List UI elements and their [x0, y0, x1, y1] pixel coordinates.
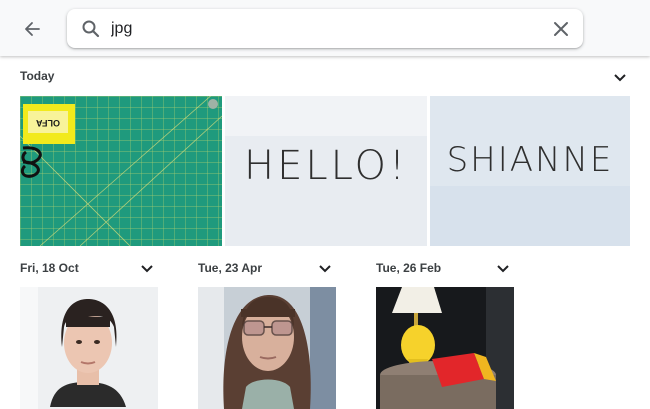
date-header-tue-23-apr: Tue, 23 Apr: [198, 261, 263, 275]
photo-yellow-lamp[interactable]: [376, 287, 514, 409]
arrow-left-icon: [25, 22, 40, 36]
search-icon: [82, 20, 100, 38]
date-header-tue-26-feb: Tue, 26 Feb: [376, 261, 442, 275]
chevron-down-icon[interactable]: [318, 264, 332, 274]
handwritten-text: HELLO!: [244, 143, 408, 189]
date-header-today: Today: [20, 69, 55, 83]
date-header-fri-18-oct: Fri, 18 Oct: [20, 261, 79, 275]
search-box[interactable]: [67, 9, 583, 48]
chevron-down-icon[interactable]: [496, 264, 510, 274]
handwritten-text: SHIANNE: [447, 140, 614, 180]
back-button[interactable]: [18, 15, 46, 43]
close-icon[interactable]: [551, 19, 571, 39]
chevron-down-icon[interactable]: [140, 264, 154, 274]
photo-portrait-2[interactable]: [198, 287, 336, 409]
search-toolbar: [0, 0, 650, 56]
photo-hello-note[interactable]: HELLO!: [225, 96, 427, 246]
search-input[interactable]: [111, 17, 511, 41]
photo-cutting-mat[interactable]: OLFA: [20, 96, 222, 246]
mat-label: OLFA: [36, 118, 60, 128]
photo-shianne-note[interactable]: SHIANNE: [430, 96, 630, 246]
chevron-down-icon[interactable]: [613, 73, 627, 83]
photo-portrait-1[interactable]: [20, 287, 158, 409]
